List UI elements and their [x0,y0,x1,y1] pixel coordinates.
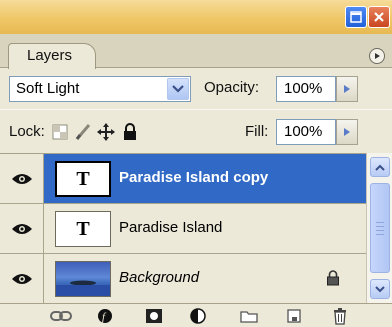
scroll-down-button[interactable] [370,279,390,299]
blend-row: Soft Light Opacity: 100% [0,68,392,109]
lock-pixels-brush-icon[interactable] [74,123,92,141]
lock-position-move-icon[interactable] [97,123,115,141]
fill-slider-button[interactable] [336,119,358,145]
layer-row-paradise-island[interactable]: T Paradise Island [0,204,366,254]
visibility-toggle[interactable] [0,154,44,203]
scroll-thumb[interactable] [370,183,390,273]
tab-row: Layers [0,34,392,69]
eye-icon [11,173,32,184]
lock-icon [326,270,340,289]
opacity-label: Opacity: [204,79,260,96]
opacity-input[interactable]: 100% [276,76,336,102]
new-layer-icon[interactable] [283,307,305,325]
lock-label: Lock: [9,123,45,140]
tab-layers[interactable]: Layers [8,43,96,69]
minimize-icon [350,11,362,23]
delete-layer-trash-icon[interactable] [329,307,351,325]
minimize-button[interactable] [345,6,367,28]
chevron-up-icon [375,164,385,171]
layer-row-background[interactable]: Background [0,254,366,304]
layers-panel: Layers Soft Light Opacity: 100% Lock: Fi… [0,0,392,327]
layer-thumbnail-text[interactable]: T [55,161,111,197]
fill-label: Fill: [245,123,269,140]
eye-icon [11,273,32,284]
layers-toolbar: f [0,303,392,327]
layer-style-icon[interactable]: f [96,307,118,325]
layer-name[interactable]: Background [119,269,199,286]
close-icon [374,12,384,22]
layer-name[interactable]: Paradise Island copy [119,169,268,186]
scroll-up-button[interactable] [370,157,390,177]
opacity-slider-button[interactable] [336,76,358,102]
play-arrow-icon [344,85,350,93]
play-arrow-icon [375,53,380,59]
blend-dropdown-button[interactable] [167,78,189,100]
visibility-toggle[interactable] [0,254,44,303]
fill-input[interactable]: 100% [276,119,336,145]
link-layers-icon[interactable] [50,307,72,325]
layer-list: T Paradise Island copy T Paradise Island [0,153,366,304]
layer-thumbnail-image[interactable] [55,261,111,297]
layer-name[interactable]: Paradise Island [119,219,222,236]
adjustment-layer-icon[interactable] [189,307,211,325]
lock-row: Lock: Fill: 100% [0,109,392,153]
eye-icon [11,223,32,234]
play-arrow-icon [344,128,350,136]
panel-menu-button[interactable] [369,48,385,64]
chevron-down-icon [172,85,184,93]
island-image-icon [56,280,110,296]
layer-list-scrollbar[interactable] [366,153,392,303]
add-mask-icon[interactable] [143,307,165,325]
layer-thumbnail-text[interactable]: T [55,211,111,247]
blend-mode-value: Soft Light [16,80,80,97]
close-button[interactable] [368,6,390,28]
visibility-toggle[interactable] [0,204,44,253]
chevron-down-icon [375,285,385,292]
layer-row-paradise-island-copy[interactable]: T Paradise Island copy [0,154,366,204]
new-group-folder-icon[interactable] [238,307,260,325]
lock-all-icon[interactable] [121,123,139,141]
lock-transparency-icon[interactable] [51,123,69,141]
panel-titlebar[interactable] [0,0,392,34]
blend-mode-select[interactable]: Soft Light [9,76,191,102]
